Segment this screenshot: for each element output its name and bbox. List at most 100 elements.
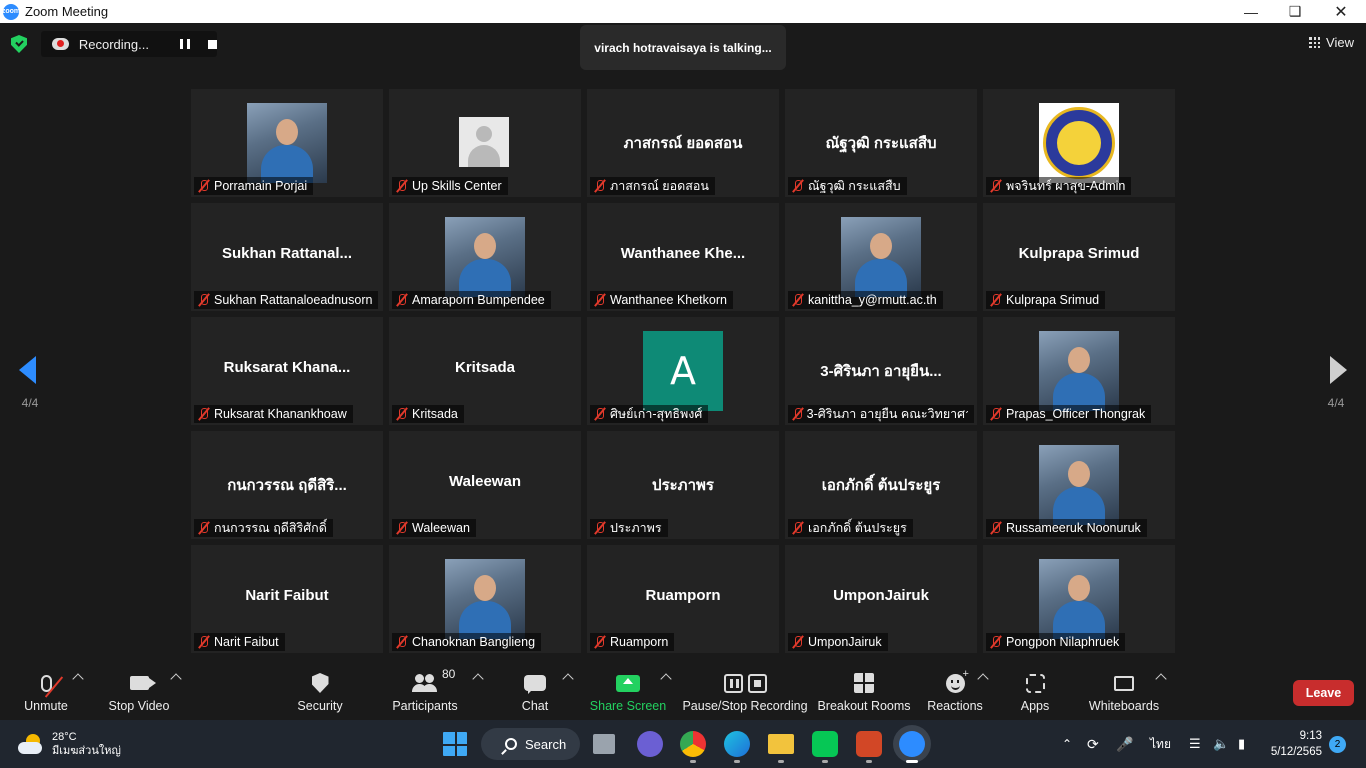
participant-tile[interactable]: กนกวรรณ ฤดีสิริ... กนกวรรณ ฤดีสิริศักดิ์ bbox=[191, 431, 383, 539]
participant-display-name: Kritsada bbox=[454, 359, 516, 376]
video-options-chevron-icon[interactable] bbox=[170, 673, 182, 685]
participant-tile[interactable]: A ศิษย์เก่า-สุทธิพงศ์ bbox=[587, 317, 779, 425]
participant-tile[interactable]: Sukhan Rattanal... Sukhan Rattanaloeadnus… bbox=[191, 203, 383, 311]
microphone-muted-icon bbox=[394, 293, 410, 307]
file-explorer-icon[interactable] bbox=[768, 734, 794, 754]
participant-tile[interactable]: Ruksarat Khana... Ruksarat Khanankhoaw bbox=[191, 317, 383, 425]
participant-name-label: ภาสกรณ์ ยอดสอน bbox=[590, 177, 715, 195]
weather-widget[interactable]: 28°C มีเมฆส่วนใหญ่ bbox=[18, 730, 121, 758]
participant-tile[interactable]: Porramain Porjai bbox=[191, 89, 383, 197]
participant-tile[interactable]: Amaraporn Bumpendee bbox=[389, 203, 581, 311]
microphone-muted-icon bbox=[790, 293, 806, 307]
participant-name-label: Amaraporn Bumpendee bbox=[392, 291, 551, 309]
participant-tile[interactable]: เอกภักดิ์ ต้นประยูร เอกภักดิ์ ต้นประยูร bbox=[785, 431, 977, 539]
participants-label: Participants bbox=[392, 699, 458, 713]
show-hidden-icons-chevron-icon[interactable]: ⌃ bbox=[1062, 720, 1072, 768]
view-button[interactable]: View bbox=[1309, 35, 1354, 50]
participant-tile[interactable]: UmponJairuk UmponJairuk bbox=[785, 545, 977, 653]
stop-icon bbox=[747, 673, 767, 693]
participant-name-label: Sukhan Rattanaloeadnusorn bbox=[194, 291, 379, 309]
taskbar-search[interactable]: Search bbox=[481, 728, 580, 760]
previous-page-button[interactable]: 4/4 bbox=[0, 330, 60, 420]
microphone-muted-icon bbox=[988, 521, 1004, 535]
participant-tile[interactable]: 3-ศิรินภา อายุยืน... 3-ศิรินภา อายุยืน คณ… bbox=[785, 317, 977, 425]
input-language[interactable]: ไทย bbox=[1150, 720, 1171, 768]
participant-tile[interactable]: Prapas_Officer Thongrak bbox=[983, 317, 1175, 425]
breakout-rooms-button[interactable]: Breakout Rooms bbox=[817, 671, 911, 717]
windows-start-icon[interactable] bbox=[443, 732, 467, 756]
participant-tile[interactable]: Kulprapa Srimud Kulprapa Srimud bbox=[983, 203, 1175, 311]
microphone-muted-icon bbox=[394, 521, 410, 535]
stop-recording-icon[interactable] bbox=[208, 39, 217, 49]
microphone-muted-icon bbox=[592, 179, 608, 193]
chat-options-chevron-icon[interactable] bbox=[562, 673, 574, 685]
participant-tile[interactable]: Narit Faibut Narit Faibut bbox=[191, 545, 383, 653]
audio-options-chevron-icon[interactable] bbox=[72, 673, 84, 685]
reactions-button[interactable]: + Reactions bbox=[927, 668, 983, 717]
participant-tile[interactable]: Waleewan Waleewan bbox=[389, 431, 581, 539]
participant-tile[interactable]: Russameeruk Noonuruk bbox=[983, 431, 1175, 539]
task-view-icon[interactable] bbox=[593, 734, 615, 754]
participant-display-name: เอกภักดิ์ ต้นประยูร bbox=[821, 477, 941, 494]
participant-tile[interactable]: Up Skills Center bbox=[389, 89, 581, 197]
unmute-button[interactable]: Unmute bbox=[22, 671, 70, 717]
taskbar-clock[interactable]: 9:13 5/12/2565 bbox=[1262, 728, 1322, 760]
participant-tile[interactable]: ภาสกรณ์ ยอดสอน ภาสกรณ์ ยอดสอน bbox=[587, 89, 779, 197]
participant-name: Prapas_Officer Thongrak bbox=[1006, 407, 1146, 421]
microphone-muted-icon bbox=[988, 407, 1004, 421]
participant-tile[interactable]: Kritsada Kritsada bbox=[389, 317, 581, 425]
clock-time: 9:13 bbox=[1299, 730, 1322, 742]
wifi-icon[interactable]: ☰ bbox=[1189, 720, 1201, 768]
share-screen-label: Share Screen bbox=[589, 699, 667, 713]
participant-name: Porramain Porjai bbox=[214, 179, 308, 193]
participants-options-chevron-icon[interactable] bbox=[472, 673, 484, 685]
notification-badge[interactable]: 2 bbox=[1329, 736, 1346, 753]
participant-tile[interactable]: พจรินทร์ ผาสุข-Admin bbox=[983, 89, 1175, 197]
chat-button[interactable]: Chat bbox=[520, 671, 550, 717]
participant-name: Sukhan Rattanaloeadnusorn bbox=[214, 293, 373, 307]
participant-name-label: Narit Faibut bbox=[194, 633, 285, 651]
volume-icon[interactable]: 🔈 bbox=[1213, 720, 1229, 768]
participant-name: Chanoknan Banglieng bbox=[412, 635, 536, 649]
pause-recording-icon[interactable] bbox=[180, 39, 191, 49]
apps-button[interactable]: Apps bbox=[1020, 671, 1050, 717]
participant-name-label: พจรินทร์ ผาสุข-Admin bbox=[986, 177, 1132, 195]
leave-button[interactable]: Leave bbox=[1293, 680, 1354, 706]
edge-icon[interactable] bbox=[724, 731, 750, 757]
active-speaker-banner: virach hotravaisaya is talking... bbox=[580, 25, 786, 70]
maximize-button[interactable]: ❑ bbox=[1272, 0, 1318, 23]
teams-chat-icon[interactable] bbox=[637, 731, 663, 757]
whiteboards-button[interactable]: Whiteboards bbox=[1088, 671, 1160, 717]
participant-video bbox=[1039, 445, 1119, 525]
security-shield-icon[interactable] bbox=[11, 35, 27, 53]
participant-display-name: Waleewan bbox=[449, 473, 521, 490]
participant-tile[interactable]: Chanoknan Banglieng bbox=[389, 545, 581, 653]
participant-display-name: ภาสกรณ์ ยอดสอน bbox=[623, 135, 743, 152]
participant-tile[interactable]: Ruamporn Ruamporn bbox=[587, 545, 779, 653]
next-page-button[interactable]: 4/4 bbox=[1306, 330, 1366, 420]
participant-tile[interactable]: ประภาพร ประภาพร bbox=[587, 431, 779, 539]
microphone-tray-icon[interactable]: 🎤 bbox=[1116, 720, 1133, 768]
stop-video-button[interactable]: Stop Video bbox=[108, 671, 170, 717]
microphone-muted-icon bbox=[394, 635, 410, 649]
participants-button[interactable]: 80 Participants bbox=[392, 667, 458, 717]
participant-tile[interactable]: ณัฐวุฒิ กระแสสืบ ณัฐวุฒิ กระแสสืบ bbox=[785, 89, 977, 197]
security-button[interactable]: Security bbox=[296, 671, 344, 717]
close-button[interactable]: ✕ bbox=[1318, 0, 1364, 23]
sync-icon[interactable]: ⟳ bbox=[1087, 720, 1099, 768]
participant-tile[interactable]: Pongpon Nilaphruek bbox=[983, 545, 1175, 653]
participant-name-label: 3-ศิรินภา อายุยืน คณะวิทยาศา... bbox=[788, 405, 974, 423]
share-screen-button[interactable]: Share Screen bbox=[589, 671, 667, 717]
battery-icon[interactable]: ▮ bbox=[1238, 720, 1245, 768]
line-icon[interactable] bbox=[812, 731, 838, 757]
chrome-icon[interactable] bbox=[680, 731, 706, 757]
microphone-muted-icon bbox=[394, 407, 410, 421]
participant-display-name: 3-ศิรินภา อายุยืน... bbox=[820, 363, 942, 380]
zoom-taskbar-icon[interactable] bbox=[899, 731, 925, 757]
minimize-button[interactable]: — bbox=[1228, 0, 1274, 23]
participant-tile[interactable]: Wanthanee Khe... Wanthanee Khetkorn bbox=[587, 203, 779, 311]
powerpoint-icon[interactable] bbox=[856, 731, 882, 757]
pause-stop-recording-button[interactable]: Pause/Stop Recording bbox=[682, 671, 808, 717]
participant-tile[interactable]: kanittha_y@rmutt.ac.th bbox=[785, 203, 977, 311]
participant-name: Kulprapa Srimud bbox=[1006, 293, 1100, 307]
